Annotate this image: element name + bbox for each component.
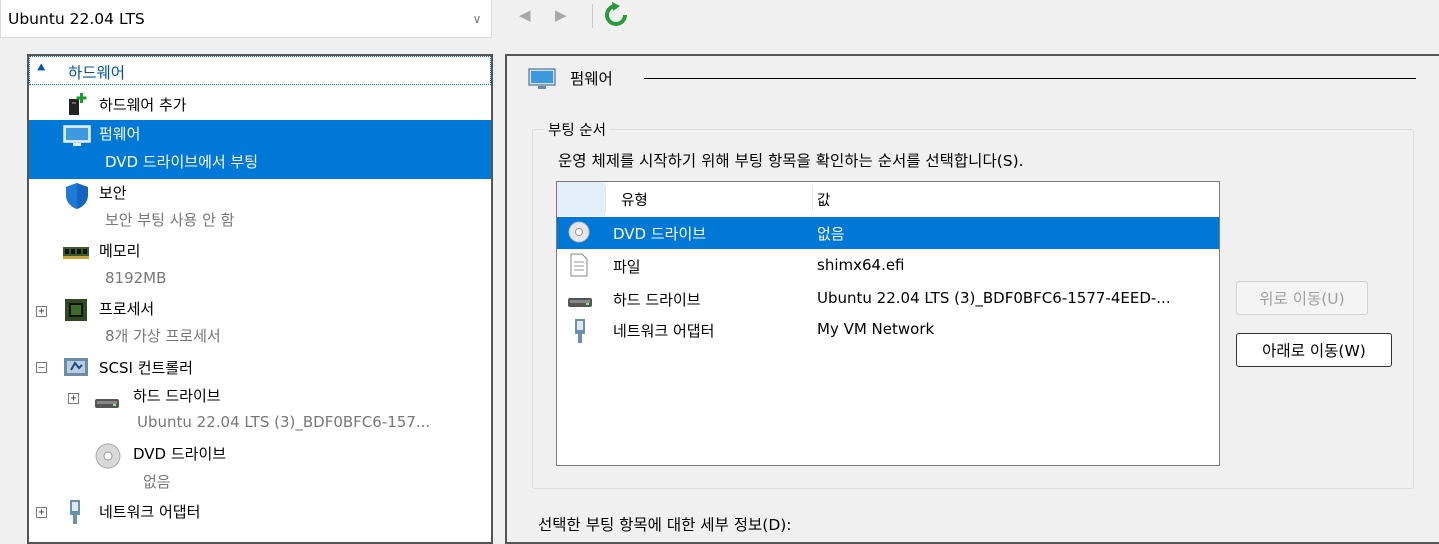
boot-entry-details-label: 선택한 부팅 항목에 대한 세부 정보(D): [538, 516, 792, 534]
boot-entry-type: DVD 드라이브 [613, 225, 707, 243]
tree-header-hardware[interactable]: ⯅ 하드웨어 [29, 56, 491, 85]
refresh-icon[interactable] [603, 2, 629, 32]
tree-item-hard-drive[interactable]: + 하드 드라이브 Ubuntu 22.04 LTS (3)_BDF0BFC6-… [29, 382, 491, 440]
tree-item-add-hardware[interactable]: 하드웨어 추가 [29, 89, 491, 119]
tree-item-label: SCSI 컨트롤러 [99, 359, 193, 377]
tree-item-firmware[interactable]: 펌웨어 DVD 드라이브에서 부팅 [29, 120, 491, 179]
tree-item-detail: Ubuntu 22.04 LTS (3)_BDF0BFC6-157... [137, 413, 431, 431]
dvd-icon [568, 221, 590, 247]
boot-entry-row[interactable]: 네트워크 어댑터 My VM Network [557, 316, 1219, 348]
tree-item-detail: DVD 드라이브에서 부팅 [105, 153, 259, 171]
firmware-settings-panel: 펌웨어 부팅 순서 운영 체제를 시작하기 위해 부팅 항목을 확인하는 순서를… [505, 54, 1439, 544]
section-title: 펌웨어 [570, 70, 613, 88]
network-adapter-icon [572, 318, 588, 348]
boot-entry-value: 없음 [817, 225, 845, 243]
boot-entry-row[interactable]: 하드 드라이브 Ubuntu 22.04 LTS (3)_BDF0BFC6-15… [557, 283, 1219, 315]
tree-item-label: 하드 드라이브 [133, 387, 221, 405]
hard-drive-icon [568, 294, 592, 312]
vm-selector-value: Ubuntu 22.04 LTS [8, 9, 145, 28]
tree-item-label: 보안 [99, 184, 127, 202]
boot-entry-row[interactable]: DVD 드라이브 없음 [557, 217, 1219, 249]
tree-item-detail: 없음 [143, 473, 171, 491]
list-header: 유형 값 [557, 182, 1219, 216]
boot-order-description: 운영 체제를 시작하기 위해 부팅 항목을 확인하는 순서를 선택합니다(S). [558, 152, 1024, 170]
boot-entry-type: 하드 드라이브 [613, 291, 701, 309]
toolbar-separator [592, 4, 593, 28]
network-adapter-icon [67, 499, 83, 529]
forward-arrow-icon[interactable]: ▶ [555, 6, 567, 24]
column-header-type[interactable]: 유형 [621, 189, 648, 210]
move-up-button[interactable]: 위로 이동(U) [1236, 281, 1368, 315]
boot-entry-row[interactable]: 파일 shimx64.efi [557, 250, 1219, 282]
tree-item-label: 메모리 [99, 242, 141, 260]
tree-item-detail: 8192MB [105, 269, 167, 287]
collapse-minus-icon[interactable]: – [36, 362, 47, 373]
vm-selector-dropdown[interactable]: Ubuntu 22.04 LTS ∨ [0, 0, 492, 38]
tree-item-scsi-controller[interactable]: – SCSI 컨트롤러 [29, 353, 491, 382]
tree-item-processor[interactable]: + 프로세서 8개 가상 프로세서 [29, 295, 491, 353]
tree-item-security[interactable]: 보안 보안 부팅 사용 안 함 [29, 179, 491, 237]
expand-plus-icon[interactable]: + [36, 507, 47, 518]
boot-entry-value: shimx64.efi [817, 256, 905, 274]
collapse-chevron-icon[interactable]: ⯅ [36, 61, 46, 76]
add-hardware-icon [67, 93, 91, 119]
processor-chip-icon [64, 298, 88, 326]
chevron-down-icon: ∨ [472, 11, 482, 26]
boot-order-list[interactable]: 유형 값 DVD 드라이브 없음 파일 shimx64.efi 하드 드라이브 … [556, 181, 1220, 466]
boot-entry-type: 파일 [613, 258, 641, 276]
header-icon-column [557, 182, 605, 216]
tree-header-label: 하드웨어 [68, 64, 126, 82]
tree-item-detail: 보안 부팅 사용 안 함 [105, 211, 235, 229]
expand-plus-icon[interactable]: + [68, 393, 79, 404]
column-header-value[interactable]: 값 [817, 189, 830, 210]
dvd-disc-icon [95, 443, 121, 473]
tree-item-label: 펌웨어 [99, 125, 141, 143]
tree-item-label: 프로세서 [99, 300, 155, 318]
expand-plus-icon[interactable]: + [36, 306, 47, 317]
shield-icon [64, 182, 90, 214]
tree-item-label: 하드웨어 추가 [99, 96, 187, 114]
scsi-controller-icon [63, 356, 89, 382]
tree-item-dvd-drive[interactable]: DVD 드라이브 없음 [29, 440, 491, 496]
hardware-tree: ⯅ 하드웨어 하드웨어 추가 펌웨어 DVD 드라이브에서 부팅 보안 보안 부… [27, 54, 493, 544]
hard-drive-icon [95, 395, 119, 413]
memory-chip-icon [63, 246, 89, 264]
tree-item-network-adapter[interactable]: + 네트워크 어댑터 [29, 496, 491, 536]
firmware-monitor-icon [528, 68, 556, 94]
tree-item-label: DVD 드라이브 [133, 445, 227, 463]
boot-entry-type: 네트워크 어댑터 [613, 322, 715, 340]
move-down-button[interactable]: 아래로 이동(W) [1236, 333, 1392, 367]
group-title: 부팅 순서 [545, 119, 609, 140]
section-divider [644, 78, 1416, 79]
tree-item-label: 네트워크 어댑터 [99, 503, 201, 521]
file-icon [570, 253, 588, 281]
firmware-monitor-icon [63, 125, 91, 151]
tree-item-memory[interactable]: 메모리 8192MB [29, 237, 491, 295]
boot-entry-value: My VM Network [817, 320, 935, 338]
boot-entry-value: Ubuntu 22.04 LTS (3)_BDF0BFC6-1577-4EED-… [817, 289, 1171, 307]
back-arrow-icon[interactable]: ◀ [519, 6, 531, 24]
tree-item-detail: 8개 가상 프로세서 [105, 327, 221, 345]
